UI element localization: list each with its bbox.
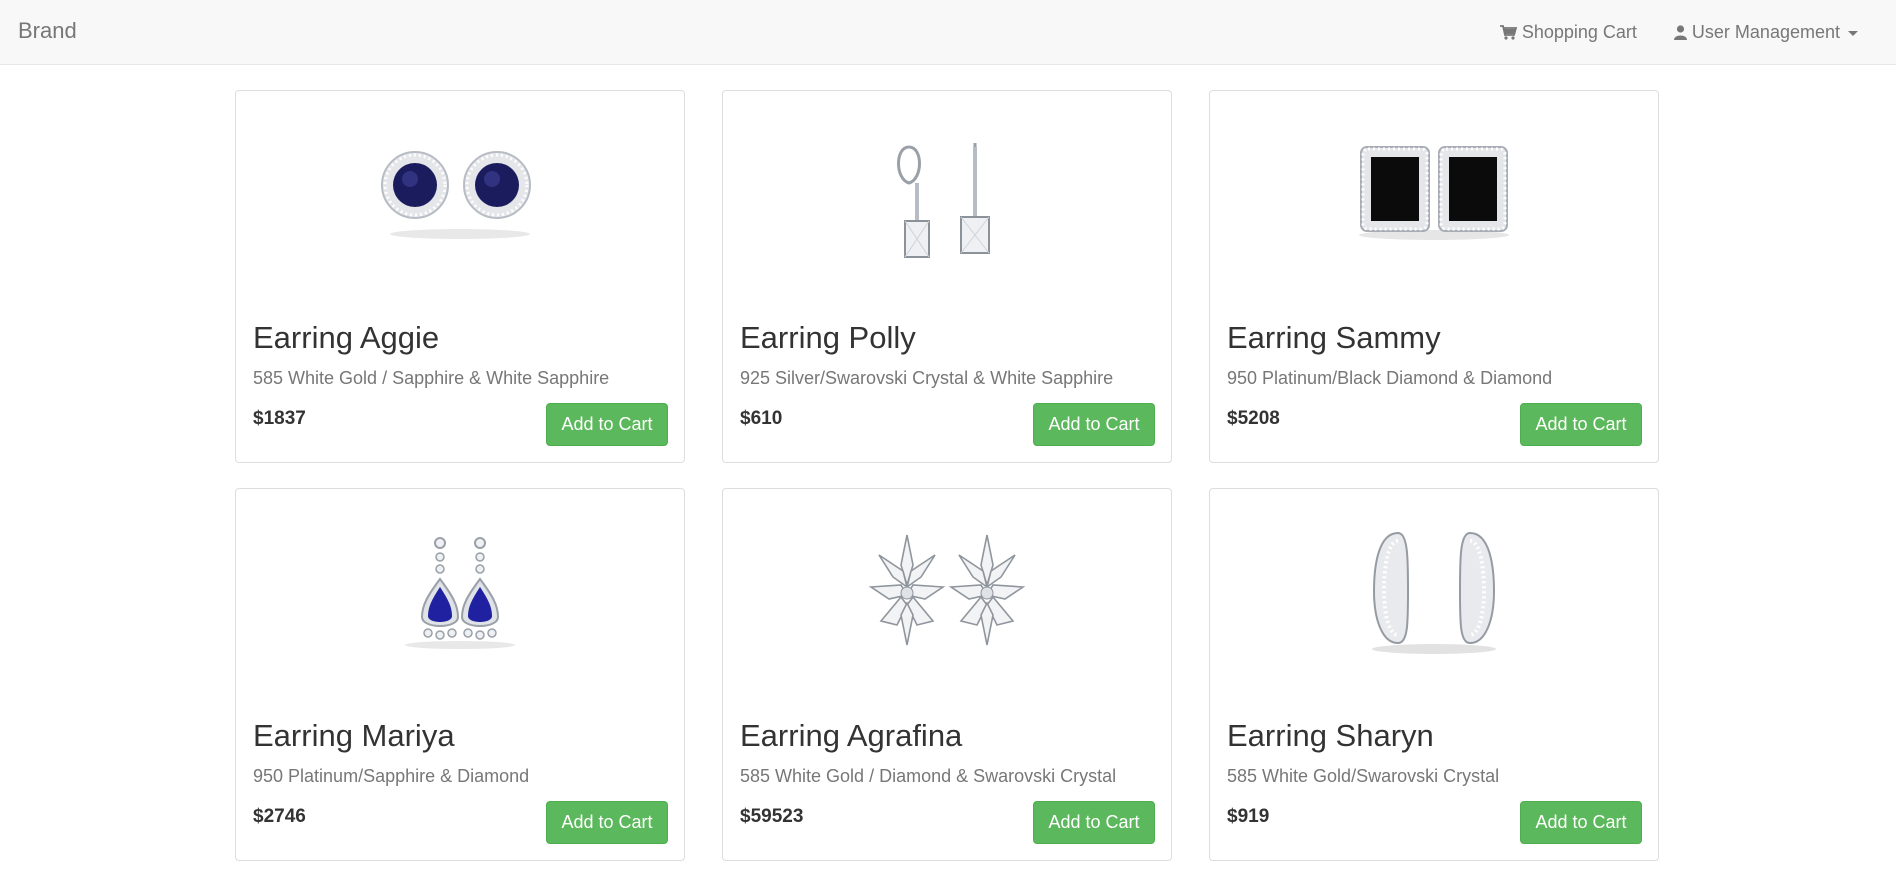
add-to-cart-button[interactable]: Add to Cart <box>1520 403 1642 446</box>
product-image <box>723 91 1171 296</box>
floral-diamond-earrings-image <box>868 534 1026 646</box>
product-card: Earring Mariya 950 Platinum/Sapphire & D… <box>235 488 685 861</box>
add-to-cart-button[interactable]: Add to Cart <box>1520 801 1642 844</box>
shopping-cart-link[interactable]: Shopping Cart <box>1499 22 1637 43</box>
product-image <box>1210 489 1658 694</box>
crystal-drop-earrings-image <box>897 143 990 258</box>
round-sapphire-halo-studs-image <box>381 151 531 239</box>
product-image <box>1210 91 1658 296</box>
product-image <box>236 489 684 694</box>
product-title: Earring Aggie <box>253 320 440 355</box>
user-management-label: User Management <box>1691 22 1840 42</box>
product-price: $5208 <box>1227 408 1280 429</box>
top-navbar: Brand Shopping Cart User Management <box>0 0 1896 65</box>
product-description: 950 Platinum/Sapphire & Diamond <box>253 766 530 786</box>
pave-hoop-earrings-image <box>1372 531 1496 654</box>
product-description: 950 Platinum/Black Diamond & Diamond <box>1227 368 1553 388</box>
product-price: $2746 <box>253 806 306 827</box>
product-description: 585 White Gold / Sapphire & White Sapphi… <box>253 368 610 388</box>
product-price: $1837 <box>253 408 306 429</box>
product-card: Earring Polly 925 Silver/Swarovski Cryst… <box>722 90 1172 463</box>
product-title: Earring Agrafina <box>740 718 963 753</box>
add-to-cart-button[interactable]: Add to Cart <box>546 801 668 844</box>
product-description: 585 White Gold/Swarovski Crystal <box>1227 766 1500 786</box>
product-title: Earring Mariya <box>253 718 455 753</box>
product-card: Earring Sammy 950 Platinum/Black Diamond… <box>1209 90 1659 463</box>
product-price: $610 <box>740 408 783 429</box>
shopping-cart-label: Shopping Cart <box>1521 22 1637 42</box>
product-price: $919 <box>1227 806 1270 827</box>
product-title: Earring Polly <box>740 320 916 355</box>
product-image <box>236 91 684 296</box>
shopping-cart-icon <box>1499 25 1517 40</box>
pear-sapphire-drop-earrings-image <box>405 537 515 649</box>
add-to-cart-button[interactable]: Add to Cart <box>1033 801 1155 844</box>
add-to-cart-button[interactable]: Add to Cart <box>546 403 668 446</box>
product-card: Earring Agrafina 585 White Gold / Diamon… <box>722 488 1172 861</box>
product-card: Earring Aggie 585 White Gold / Sapphire … <box>235 90 685 463</box>
product-description: 585 White Gold / Diamond & Swarovski Cry… <box>740 766 1117 786</box>
product-image <box>723 489 1171 694</box>
brand-link[interactable]: Brand <box>18 18 77 44</box>
product-card: Earring Sharyn 585 White Gold/Swarovski … <box>1209 488 1659 861</box>
product-title: Earring Sammy <box>1227 320 1441 355</box>
product-description: 925 Silver/Swarovski Crystal & White Sap… <box>740 368 1114 388</box>
navbar-right: Shopping Cart User Management <box>1499 0 1858 65</box>
user-management-dropdown[interactable]: User Management <box>1673 22 1858 43</box>
product-title: Earring Sharyn <box>1227 718 1434 753</box>
black-diamond-halo-studs-image <box>1359 146 1509 240</box>
caret-down-icon <box>1848 31 1858 36</box>
user-icon <box>1673 25 1687 40</box>
product-price: $59523 <box>740 806 804 827</box>
add-to-cart-button[interactable]: Add to Cart <box>1033 403 1155 446</box>
